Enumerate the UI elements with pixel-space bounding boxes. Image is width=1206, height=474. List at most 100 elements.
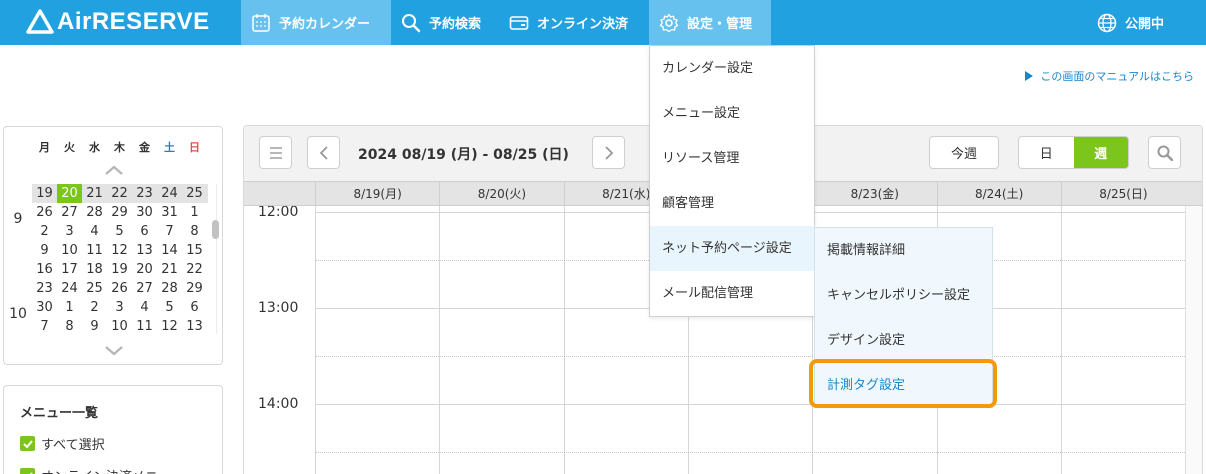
submenu-item-listing-details[interactable]: 掲載情報詳細 xyxy=(815,228,992,273)
public-status[interactable]: 公開中 xyxy=(1097,0,1164,45)
nav-online-payment[interactable]: オンライン決済 xyxy=(499,0,638,45)
checkbox-checked[interactable] xyxy=(20,468,35,474)
menu-item-menu-settings[interactable]: メニュー設定 xyxy=(650,91,814,136)
day-cell[interactable]: 29 xyxy=(182,279,207,298)
day-column-header[interactable]: 8/25(日) xyxy=(1060,182,1185,206)
day-cell[interactable]: 13 xyxy=(182,317,207,334)
day-cell[interactable]: 22 xyxy=(107,184,132,203)
day-cell[interactable]: 16 xyxy=(32,260,57,279)
menu-item-resource-management[interactable]: リソース管理 xyxy=(650,136,814,181)
this-week-button[interactable]: 今週 xyxy=(929,136,999,169)
nav-reservation-search[interactable]: 予約検索 xyxy=(391,0,491,45)
day-cell[interactable]: 7 xyxy=(32,317,57,334)
week-view-button[interactable]: 週 xyxy=(1073,137,1128,168)
day-column-header[interactable]: 8/20(火) xyxy=(439,182,563,206)
day-cell[interactable]: 8 xyxy=(57,317,82,334)
mini-calendar-scrollbar[interactable] xyxy=(212,184,220,334)
menu-item-customer-management[interactable]: 顧客管理 xyxy=(650,181,814,226)
day-cell[interactable]: 3 xyxy=(57,222,82,241)
nav-reservation-calendar[interactable]: 予約カレンダー xyxy=(241,0,391,45)
day-cell-today[interactable]: 20 xyxy=(57,184,82,203)
day-cell[interactable]: 11 xyxy=(132,317,157,334)
day-cell[interactable]: 10 xyxy=(57,241,82,260)
day-cell[interactable]: 5 xyxy=(157,298,182,317)
day-cell[interactable]: 10 xyxy=(107,317,132,334)
day-cell[interactable]: 26 xyxy=(107,279,132,298)
day-cell[interactable]: 24 xyxy=(157,184,182,203)
day-cell[interactable]: 2 xyxy=(82,298,107,317)
day-cell[interactable]: 8 xyxy=(182,222,207,241)
day-cell[interactable]: 19 xyxy=(32,184,57,203)
day-cell[interactable]: 4 xyxy=(82,222,107,241)
calendar-scrollbar[interactable] xyxy=(1185,206,1202,474)
day-cell[interactable]: 3 xyxy=(107,298,132,317)
week-range-label: 2024 08/19 (月) - 08/25 (日) xyxy=(358,147,569,163)
day-cell[interactable]: 17 xyxy=(57,260,82,279)
day-cell[interactable]: 5 xyxy=(107,222,132,241)
day-column-header[interactable]: 8/19(月) xyxy=(315,182,439,206)
chevron-up-icon[interactable] xyxy=(104,164,124,176)
day-view-button[interactable]: 日 xyxy=(1019,137,1074,168)
chevron-left-icon xyxy=(319,145,328,160)
checkbox-checked[interactable] xyxy=(20,436,35,451)
scrollbar-thumb[interactable] xyxy=(212,220,219,239)
day-cell[interactable]: 28 xyxy=(157,279,182,298)
day-cell[interactable]: 2 xyxy=(32,222,57,241)
day-cell[interactable]: 24 xyxy=(57,279,82,298)
chevron-right-icon xyxy=(604,145,613,160)
day-cell[interactable]: 23 xyxy=(132,184,157,203)
app-logo[interactable]: AirRESERVE xyxy=(26,8,210,35)
day-cell[interactable]: 21 xyxy=(157,260,182,279)
day-cell[interactable]: 11 xyxy=(82,241,107,260)
day-cell[interactable]: 21 xyxy=(82,184,107,203)
day-cell[interactable]: 25 xyxy=(82,279,107,298)
day-cell[interactable]: 12 xyxy=(157,317,182,334)
day-cell[interactable]: 13 xyxy=(132,241,157,260)
day-cell[interactable]: 23 xyxy=(32,279,57,298)
day-cell[interactable]: 9 xyxy=(32,241,57,260)
day-cell[interactable]: 25 xyxy=(182,184,207,203)
menu-item-mail-delivery-management[interactable]: メール配信管理 xyxy=(650,271,814,316)
calendar-search-button[interactable] xyxy=(1148,136,1181,169)
day-cell[interactable]: 6 xyxy=(132,222,157,241)
day-cell[interactable]: 1 xyxy=(182,203,207,222)
hamburger-button[interactable] xyxy=(259,136,292,169)
submenu-item-cancel-policy-settings[interactable]: キャンセルポリシー設定 xyxy=(815,273,992,318)
menu-item-net-reservation-page-settings[interactable]: ネット予約ページ設定 xyxy=(650,226,816,271)
weekday-label: 月 xyxy=(39,141,50,154)
nav-settings-management[interactable]: 設定・管理 xyxy=(649,0,771,45)
day-column-header[interactable]: 8/23(金) xyxy=(812,182,936,206)
day-column-header[interactable]: 8/24(土) xyxy=(936,182,1061,206)
day-cell[interactable]: 4 xyxy=(132,298,157,317)
day-cell[interactable]: 14 xyxy=(157,241,182,260)
day-cell[interactable]: 15 xyxy=(182,241,207,260)
day-cell[interactable]: 18 xyxy=(82,260,107,279)
day-cell[interactable]: 26 xyxy=(32,203,57,222)
day-cell[interactable]: 1 xyxy=(57,298,82,317)
day-cell[interactable]: 30 xyxy=(32,298,57,317)
day-cell[interactable]: 12 xyxy=(107,241,132,260)
day-cell[interactable]: 7 xyxy=(157,222,182,241)
day-cell[interactable]: 31 xyxy=(157,203,182,222)
grid-column-line xyxy=(439,206,441,474)
globe-icon xyxy=(1097,13,1117,32)
day-cell[interactable]: 9 xyxy=(82,317,107,334)
day-cell[interactable]: 30 xyxy=(132,203,157,222)
select-all-checkbox[interactable]: すべて選択 xyxy=(20,434,105,453)
day-cell[interactable]: 6 xyxy=(182,298,207,317)
day-cell[interactable]: 22 xyxy=(182,260,207,279)
day-cell[interactable]: 27 xyxy=(57,203,82,222)
submenu-item-design-settings[interactable]: デザイン設定 xyxy=(815,318,992,363)
day-cell[interactable]: 20 xyxy=(132,260,157,279)
weekday-label: 火 xyxy=(64,141,75,154)
manual-link[interactable]: この画面のマニュアルはこちら xyxy=(1025,68,1194,84)
chevron-down-icon[interactable] xyxy=(104,345,124,357)
day-cell[interactable]: 29 xyxy=(107,203,132,222)
day-cell[interactable]: 19 xyxy=(107,260,132,279)
day-cell[interactable]: 28 xyxy=(82,203,107,222)
menu-item-calendar-settings[interactable]: カレンダー設定 xyxy=(650,46,814,91)
next-week-button[interactable] xyxy=(592,136,625,169)
prev-week-button[interactable] xyxy=(307,136,340,169)
menu-item-checkbox[interactable]: オンライン決済メニュー xyxy=(20,466,184,474)
day-cell[interactable]: 27 xyxy=(132,279,157,298)
